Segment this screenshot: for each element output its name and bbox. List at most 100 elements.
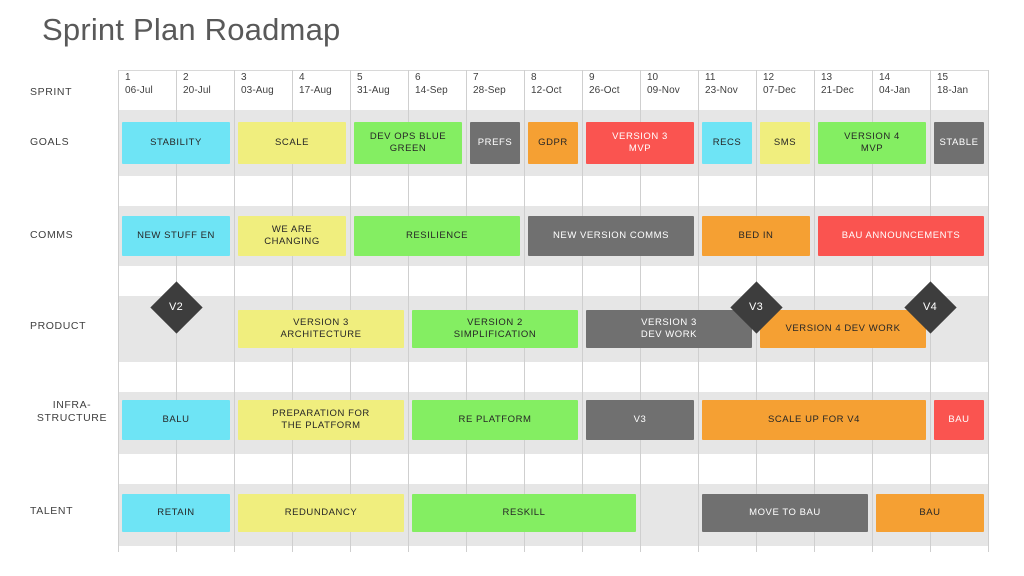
task-bar[interactable]: RESKILL (412, 494, 636, 532)
task-bar[interactable]: PREPARATION FOR THE PLATFORM (238, 400, 404, 440)
task-bar-label: BALU (162, 414, 190, 425)
task-bar-label: PREPARATION FOR THE PLATFORM (272, 408, 370, 431)
sprint-header-cell: 3 03-Aug (234, 72, 292, 97)
sprint-header-cell: 4 17-Aug (292, 72, 350, 97)
sprint-date: 26-Oct (589, 85, 620, 96)
task-bar[interactable]: REDUNDANCY (238, 494, 404, 532)
task-bar[interactable]: VERSION 3 DEV WORK (586, 310, 752, 348)
task-bar-label: GDPR (538, 137, 568, 148)
sprint-number: 6 (415, 72, 421, 83)
grid-line (234, 70, 235, 552)
sprint-date: 12-Oct (531, 85, 562, 96)
sprint-header-cell: 11 23-Nov (698, 72, 756, 97)
task-bar[interactable]: BAU (876, 494, 984, 532)
sprint-date: 28-Sep (473, 85, 506, 96)
sprint-number: 9 (589, 72, 595, 83)
sprint-date: 04-Jan (879, 85, 911, 96)
sprint-header-cell: 9 26-Oct (582, 72, 640, 97)
sprint-header-cell: 7 28-Sep (466, 72, 524, 97)
sprint-date: 21-Dec (821, 85, 854, 96)
task-bar-label: DEV OPS BLUE GREEN (369, 131, 447, 154)
task-bar[interactable]: NEW STUFF EN (122, 216, 230, 256)
sprint-number: 8 (531, 72, 537, 83)
task-bar-label: VERSION 4 MVP (844, 131, 900, 154)
sprint-header-cell: 8 12-Oct (524, 72, 582, 97)
task-bar[interactable]: GDPR (528, 122, 578, 164)
sprint-number: 10 (647, 72, 659, 83)
task-bar-label: PREFS (477, 137, 513, 148)
task-bar-label: BAU ANNOUNCEMENTS (841, 230, 961, 241)
sprint-number: 15 (937, 72, 949, 83)
milestone-diamond[interactable]: V4 (903, 280, 957, 334)
task-bar-label: V3 (633, 414, 647, 425)
roadmap-page: Sprint Plan Roadmap SPRINT 1 06-Jul 2 20-Jul… (0, 0, 1024, 576)
task-bar-label: BED IN (738, 230, 774, 241)
milestone-diamond[interactable]: V2 (149, 280, 203, 334)
sprint-date: 20-Jul (183, 85, 211, 96)
sprint-header-cell: 2 20-Jul (176, 72, 234, 97)
row-label-goals: GOALS (30, 136, 70, 148)
task-bar-label: NEW VERSION COMMS (553, 230, 669, 241)
task-bar-label: SMS (773, 137, 797, 148)
milestone-diamond[interactable]: V3 (729, 280, 783, 334)
task-bar-label: RESKILL (502, 507, 546, 518)
task-bar-label: VERSION 2 SIMPLIFICATION (453, 317, 537, 340)
row-label-infra: INFRA- STRUCTURE (30, 399, 114, 425)
task-bar-label: SCALE (275, 137, 309, 148)
task-bar-label: RETAIN (157, 507, 195, 518)
task-bar[interactable]: WE ARE CHANGING (238, 216, 346, 256)
sprint-number: 4 (299, 72, 305, 83)
sprint-number: 12 (763, 72, 775, 83)
task-bar[interactable]: RESILIENCE (354, 216, 520, 256)
row-label-line: STRUCTURE (36, 412, 108, 424)
task-bar[interactable]: BAU ANNOUNCEMENTS (818, 216, 984, 256)
task-bar-label: BAU (919, 507, 941, 518)
row-label-line: INFRA- (52, 399, 92, 411)
task-bar-label: VERSION 3 ARCHITECTURE (280, 317, 362, 340)
task-bar[interactable]: VERSION 4 DEV WORK (760, 310, 926, 348)
task-bar[interactable]: V3 (586, 400, 694, 440)
task-bar-label: RESILIENCE (406, 230, 468, 241)
sprint-header-cell: 10 09-Nov (640, 72, 698, 97)
sprint-number: 5 (357, 72, 363, 83)
task-bar-label: STABILITY (150, 137, 202, 148)
sprint-number: 1 (125, 72, 131, 83)
task-bar[interactable]: VERSION 3 MVP (586, 122, 694, 164)
task-bar-label: RE PLATFORM (458, 414, 532, 425)
task-bar[interactable]: SCALE UP FOR V4 (702, 400, 926, 440)
sprint-header-cell: 13 21-Dec (814, 72, 872, 97)
sprint-header-cell: 5 31-Aug (350, 72, 408, 97)
task-bar[interactable]: VERSION 3 ARCHITECTURE (238, 310, 404, 348)
task-bar[interactable]: SMS (760, 122, 810, 164)
task-bar[interactable]: VERSION 4 MVP (818, 122, 926, 164)
task-bar-label: REDUNDANCY (284, 507, 358, 518)
task-bar[interactable]: PREFS (470, 122, 520, 164)
task-bar[interactable]: STABLE (934, 122, 984, 164)
task-bar[interactable]: RECS (702, 122, 752, 164)
sprint-date: 09-Nov (647, 85, 680, 96)
grid-line (118, 70, 119, 552)
grid-line (988, 70, 989, 552)
header-rule (118, 70, 988, 71)
task-bar[interactable]: DEV OPS BLUE GREEN (354, 122, 462, 164)
task-bar[interactable]: RE PLATFORM (412, 400, 578, 440)
sprint-date: 14-Sep (415, 85, 448, 96)
sprint-number: 2 (183, 72, 189, 83)
task-bar[interactable]: BAU (934, 400, 984, 440)
task-bar[interactable]: BED IN (702, 216, 810, 256)
task-bar-label: NEW STUFF EN (137, 230, 215, 241)
task-bar[interactable]: MOVE TO BAU (702, 494, 868, 532)
sprint-header-cell: 6 14-Sep (408, 72, 466, 97)
task-bar[interactable]: STABILITY (122, 122, 230, 164)
task-bar[interactable]: NEW VERSION COMMS (528, 216, 694, 256)
task-bar[interactable]: SCALE (238, 122, 346, 164)
sprint-header-cell: 1 06-Jul (118, 72, 176, 97)
task-bar[interactable]: RETAIN (122, 494, 230, 532)
sprint-date: 23-Nov (705, 85, 738, 96)
task-bar[interactable]: BALU (122, 400, 230, 440)
axis-label-sprint: SPRINT (30, 86, 73, 98)
task-bar[interactable]: VERSION 2 SIMPLIFICATION (412, 310, 578, 348)
roadmap-chart: SPRINT 1 06-Jul 2 20-Jul 3 03-Aug 4 17-Aug 5 31-Au… (0, 0, 1024, 576)
milestone-label: V4 (922, 301, 938, 313)
row-label-talent: TALENT (30, 505, 74, 517)
